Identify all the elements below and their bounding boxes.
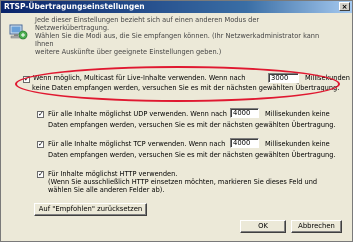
rtsp-settings-dialog: RTSP-Übertragungseinstellungen × Jede di… (0, 0, 353, 242)
udp-label: Für alle Inhalte möglichst UDP verwenden… (48, 110, 227, 118)
tcp-fallback-text: Daten empfangen werden, versuchen Sie es… (48, 151, 336, 159)
tcp-checkbox[interactable]: ✓ (37, 141, 44, 148)
udp-timeout-input[interactable]: 4000 (230, 108, 259, 118)
multicast-checkbox[interactable]: ✓ (23, 76, 30, 83)
http-note-line-1: (Wenn Sie ausschließlich HTTP einsetzen … (48, 178, 318, 186)
intro-line-3: weitere Auskünfte über geeignete Einstel… (35, 48, 222, 56)
udp-fallback-text: Daten empfangen werden, versuchen Sie es… (48, 121, 336, 129)
tcp-timeout-input[interactable]: 4000 (230, 138, 259, 148)
tcp-unit-label: Millisekunden keine (265, 140, 330, 148)
ok-button[interactable]: OK (240, 220, 286, 233)
multicast-label: Wenn möglich, Multicast für Live-Inhalte… (33, 74, 246, 82)
http-label: Für Inhalte möglichst HTTP verwenden. (48, 170, 178, 178)
multicast-timeout-input[interactable]: 3000 (268, 73, 299, 83)
multicast-unit-label: Millisekunden (305, 74, 350, 82)
http-note-line-2: wählen Sie alle anderen Felder ab). (48, 186, 165, 194)
udp-checkbox[interactable]: ✓ (37, 111, 44, 118)
title-bar[interactable]: RTSP-Übertragungseinstellungen × (1, 1, 352, 13)
intro-text: Jede dieser Einstellungen bezieht sich a… (35, 16, 335, 56)
window-title: RTSP-Übertragungseinstellungen (4, 2, 145, 11)
network-settings-icon (9, 24, 28, 40)
http-checkbox[interactable]: ✓ (37, 171, 44, 178)
udp-unit-label: Millisekunden keine (265, 110, 330, 118)
close-button[interactable]: × (339, 2, 350, 11)
multicast-fallback-text: keine Daten empfangen werden, versuchen … (32, 84, 340, 92)
cancel-button[interactable]: Abbrechen (291, 220, 342, 233)
tcp-label: Für alle Inhalte möglichst TCP verwenden… (48, 140, 226, 148)
intro-line-1: Jede dieser Einstellungen bezieht sich a… (35, 16, 260, 32)
intro-line-2: Wählen Sie die Modi aus, die Sie empfang… (35, 32, 320, 48)
reset-recommended-button[interactable]: Auf "Empfohlen" zurücksetzen (34, 203, 147, 216)
